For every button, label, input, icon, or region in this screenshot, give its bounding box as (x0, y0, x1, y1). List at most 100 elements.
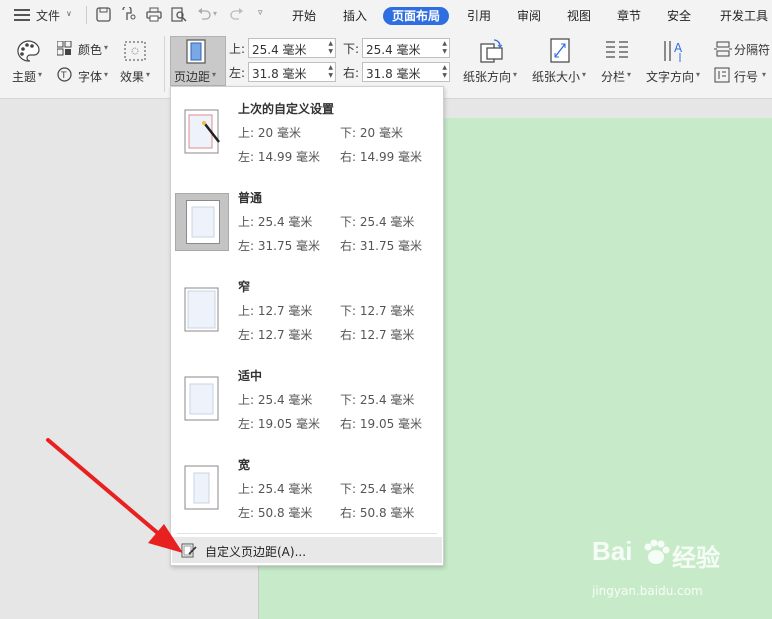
columns-button[interactable]: 分栏 (601, 68, 625, 85)
margin-preset-wide[interactable]: 宽 上: 25.4 毫米 下: 25.4 毫米 左: 50.8 毫米 右: 50… (171, 443, 443, 532)
preset-bottom-value: 下: 25.4 毫米 (340, 215, 415, 229)
effects-dropdown-icon[interactable]: ▾ (146, 70, 150, 79)
orientation-dropdown-icon[interactable]: ▾ (513, 70, 517, 79)
redo-icon[interactable] (230, 8, 244, 20)
normal-margins-icon (186, 200, 220, 244)
file-menu[interactable]: 文件 (36, 7, 60, 24)
preset-name: 普通 (238, 191, 263, 205)
undo-dropdown-icon[interactable]: ▾ (213, 9, 217, 18)
margin-top-field[interactable]: 25.4 毫米 ▲ ▼ (248, 38, 336, 58)
text-direction-button[interactable]: 文字方向 (646, 68, 694, 85)
preset-left-value: 左: 19.05 毫米 (238, 417, 321, 431)
custom-margins-item[interactable]: 自定义页边距(A)... (172, 537, 442, 563)
preset-top-value: 上: 25.4 毫米 (238, 393, 313, 407)
line-numbers-dropdown-icon[interactable]: ▾ (762, 70, 766, 79)
margin-left-value: 31.8 毫米 (252, 67, 307, 81)
tab-page-layout[interactable]: 页面布局 (383, 7, 450, 25)
preset-top-value: 上: 20 毫米 (238, 126, 301, 140)
tab-view[interactable]: 视图 (567, 7, 591, 25)
colors-dropdown-icon[interactable]: ▾ (104, 43, 108, 52)
theme-dropdown-icon[interactable]: ▾ (38, 70, 42, 79)
effects-button[interactable]: 效果 (120, 68, 144, 85)
margin-right-label: 右: (343, 66, 360, 80)
preset-bottom-value: 下: 12.7 毫米 (340, 304, 415, 318)
undo-icon[interactable] (197, 8, 211, 20)
red-arrow-annotation (46, 438, 183, 553)
preset-left-value: 左: 31.75 毫米 (238, 239, 321, 253)
margin-right-field[interactable]: 31.8 毫米 ▲ ▼ (362, 62, 450, 82)
divider (86, 6, 87, 24)
margins-dropdown-menu: 上次的自定义设置 上: 20 毫米 下: 20 毫米 左: 14.99 毫米 右… (170, 86, 444, 566)
effects-icon[interactable] (124, 41, 146, 61)
preset-left-value: 左: 50.8 毫米 (238, 506, 313, 520)
margin-left-field[interactable]: 31.8 毫米 ▲ ▼ (248, 62, 336, 82)
more-icon[interactable]: ▿ (258, 8, 263, 18)
margin-top-label: 上: (229, 42, 246, 56)
margin-bottom-value: 25.4 毫米 (366, 43, 421, 57)
preset-left-value: 左: 14.99 毫米 (238, 150, 321, 164)
margin-preset-narrow[interactable]: 窄 上: 12.7 毫米 下: 12.7 毫米 左: 12.7 毫米 右: 12… (171, 265, 443, 354)
margin-preset-moderate[interactable]: 适中 上: 25.4 毫米 下: 25.4 毫米 左: 19.05 毫米 右: … (171, 354, 443, 443)
narrow-margins-icon (184, 287, 219, 332)
breaks-icon[interactable] (714, 41, 732, 57)
paw-icon (644, 539, 670, 564)
tab-insert[interactable]: 插入 (343, 7, 367, 25)
spinner-icon[interactable]: ▲ ▼ (328, 64, 333, 80)
tab-developer[interactable]: 开发工具 (720, 7, 768, 25)
svg-text:A: A (674, 41, 683, 55)
format-painter-icon[interactable] (121, 7, 137, 22)
paper-size-icon[interactable] (550, 38, 572, 64)
margins-icon (186, 39, 206, 64)
tab-review[interactable]: 审阅 (517, 7, 541, 25)
text-direction-icon[interactable]: A (662, 38, 688, 64)
spinner-icon[interactable]: ▲ ▼ (442, 64, 447, 80)
moderate-margins-icon (184, 376, 219, 421)
paper-size-button[interactable]: 纸张大小 (532, 68, 580, 85)
watermark-brand: Bai (592, 536, 633, 566)
orientation-icon[interactable] (478, 38, 504, 64)
preset-right-value: 右: 14.99 毫米 (340, 150, 423, 164)
colors-icon[interactable] (57, 41, 72, 56)
fonts-dropdown-icon[interactable]: ▾ (104, 70, 108, 79)
watermark-brand-cn: 经验 (672, 544, 720, 572)
custom-margins-label: 自定义页边距(A)... (205, 545, 307, 559)
text-direction-dropdown-icon[interactable]: ▾ (696, 70, 700, 79)
columns-dropdown-icon[interactable]: ▾ (627, 70, 631, 79)
tab-security[interactable]: 安全 (667, 7, 691, 25)
fonts-button[interactable]: 字体 (78, 68, 102, 85)
margin-bottom-field[interactable]: 25.4 毫米 ▲ ▼ (362, 38, 450, 58)
preset-selected-frame (175, 193, 229, 251)
colors-button[interactable]: 颜色 (78, 41, 102, 58)
fonts-icon[interactable]: T (57, 67, 72, 82)
print-preview-icon[interactable] (171, 7, 187, 22)
margin-preset-normal[interactable]: 普通 上: 25.4 毫米 下: 25.4 毫米 左: 31.75 毫米 右: … (171, 176, 443, 265)
orientation-button[interactable]: 纸张方向 (463, 68, 511, 85)
print-icon[interactable] (146, 7, 162, 22)
tab-sections[interactable]: 章节 (617, 7, 641, 25)
margin-preset-last-custom[interactable]: 上次的自定义设置 上: 20 毫米 下: 20 毫米 左: 14.99 毫米 右… (171, 87, 443, 176)
theme-button[interactable]: 主题 (12, 68, 36, 85)
preset-right-value: 右: 31.75 毫米 (340, 239, 423, 253)
preset-bottom-value: 下: 25.4 毫米 (340, 482, 415, 496)
preset-top-value: 上: 25.4 毫米 (238, 215, 313, 229)
tab-home[interactable]: 开始 (292, 7, 316, 25)
save-icon[interactable] (96, 7, 111, 22)
preset-right-value: 右: 19.05 毫米 (340, 417, 423, 431)
margins-label: 页边距 (174, 70, 211, 84)
preset-right-value: 右: 50.8 毫米 (340, 506, 415, 520)
svg-text:T: T (60, 71, 67, 81)
line-numbers-button[interactable]: 行号 (734, 68, 758, 85)
breaks-button[interactable]: 分隔符 (734, 41, 770, 58)
chevron-down-icon[interactable]: ∨ (66, 9, 72, 18)
spinner-icon[interactable]: ▲ ▼ (328, 40, 333, 56)
tab-references[interactable]: 引用 (467, 7, 491, 25)
watermark-url: jingyan.baidu.com (592, 584, 703, 598)
preset-top-value: 上: 25.4 毫米 (238, 482, 313, 496)
paper-size-dropdown-icon[interactable]: ▾ (582, 70, 586, 79)
menu-icon[interactable] (14, 9, 30, 21)
margin-left-label: 左: (229, 66, 246, 80)
spinner-icon[interactable]: ▲ ▼ (442, 40, 447, 56)
line-numbers-icon[interactable] (714, 67, 730, 83)
theme-palette-icon[interactable] (16, 40, 40, 62)
columns-icon[interactable] (604, 40, 630, 62)
